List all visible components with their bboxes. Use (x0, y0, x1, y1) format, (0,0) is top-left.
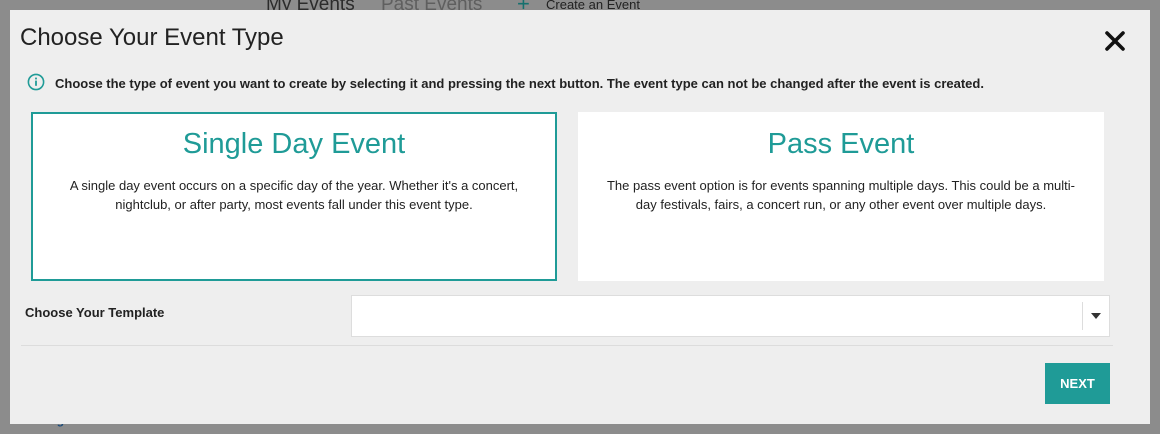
pass-event-card[interactable]: Pass Event The pass event option is for … (578, 112, 1104, 281)
next-button[interactable]: NEXT (1045, 363, 1110, 404)
card-title: Single Day Event (182, 128, 406, 160)
select-divider (1082, 302, 1083, 330)
event-type-modal: Choose Your Event Type Choose the type o… (10, 10, 1150, 424)
modal-title: Choose Your Event Type (20, 24, 284, 51)
template-select[interactable] (351, 295, 1110, 337)
template-label: Choose Your Template (25, 305, 165, 320)
info-icon (27, 73, 47, 93)
footer-divider (21, 345, 1113, 346)
card-title: Pass Event (767, 128, 915, 160)
info-message: Choose the type of event you want to cre… (27, 73, 984, 93)
chevron-down-icon (1091, 313, 1101, 319)
single-day-event-card[interactable]: Single Day Event A single day event occu… (31, 112, 557, 281)
info-text: Choose the type of event you want to cre… (55, 75, 984, 91)
close-icon (1105, 31, 1125, 51)
card-description: A single day event occurs on a specific … (69, 178, 519, 212)
card-description: The pass event option is for events span… (606, 178, 1075, 212)
close-button[interactable] (1100, 26, 1130, 56)
